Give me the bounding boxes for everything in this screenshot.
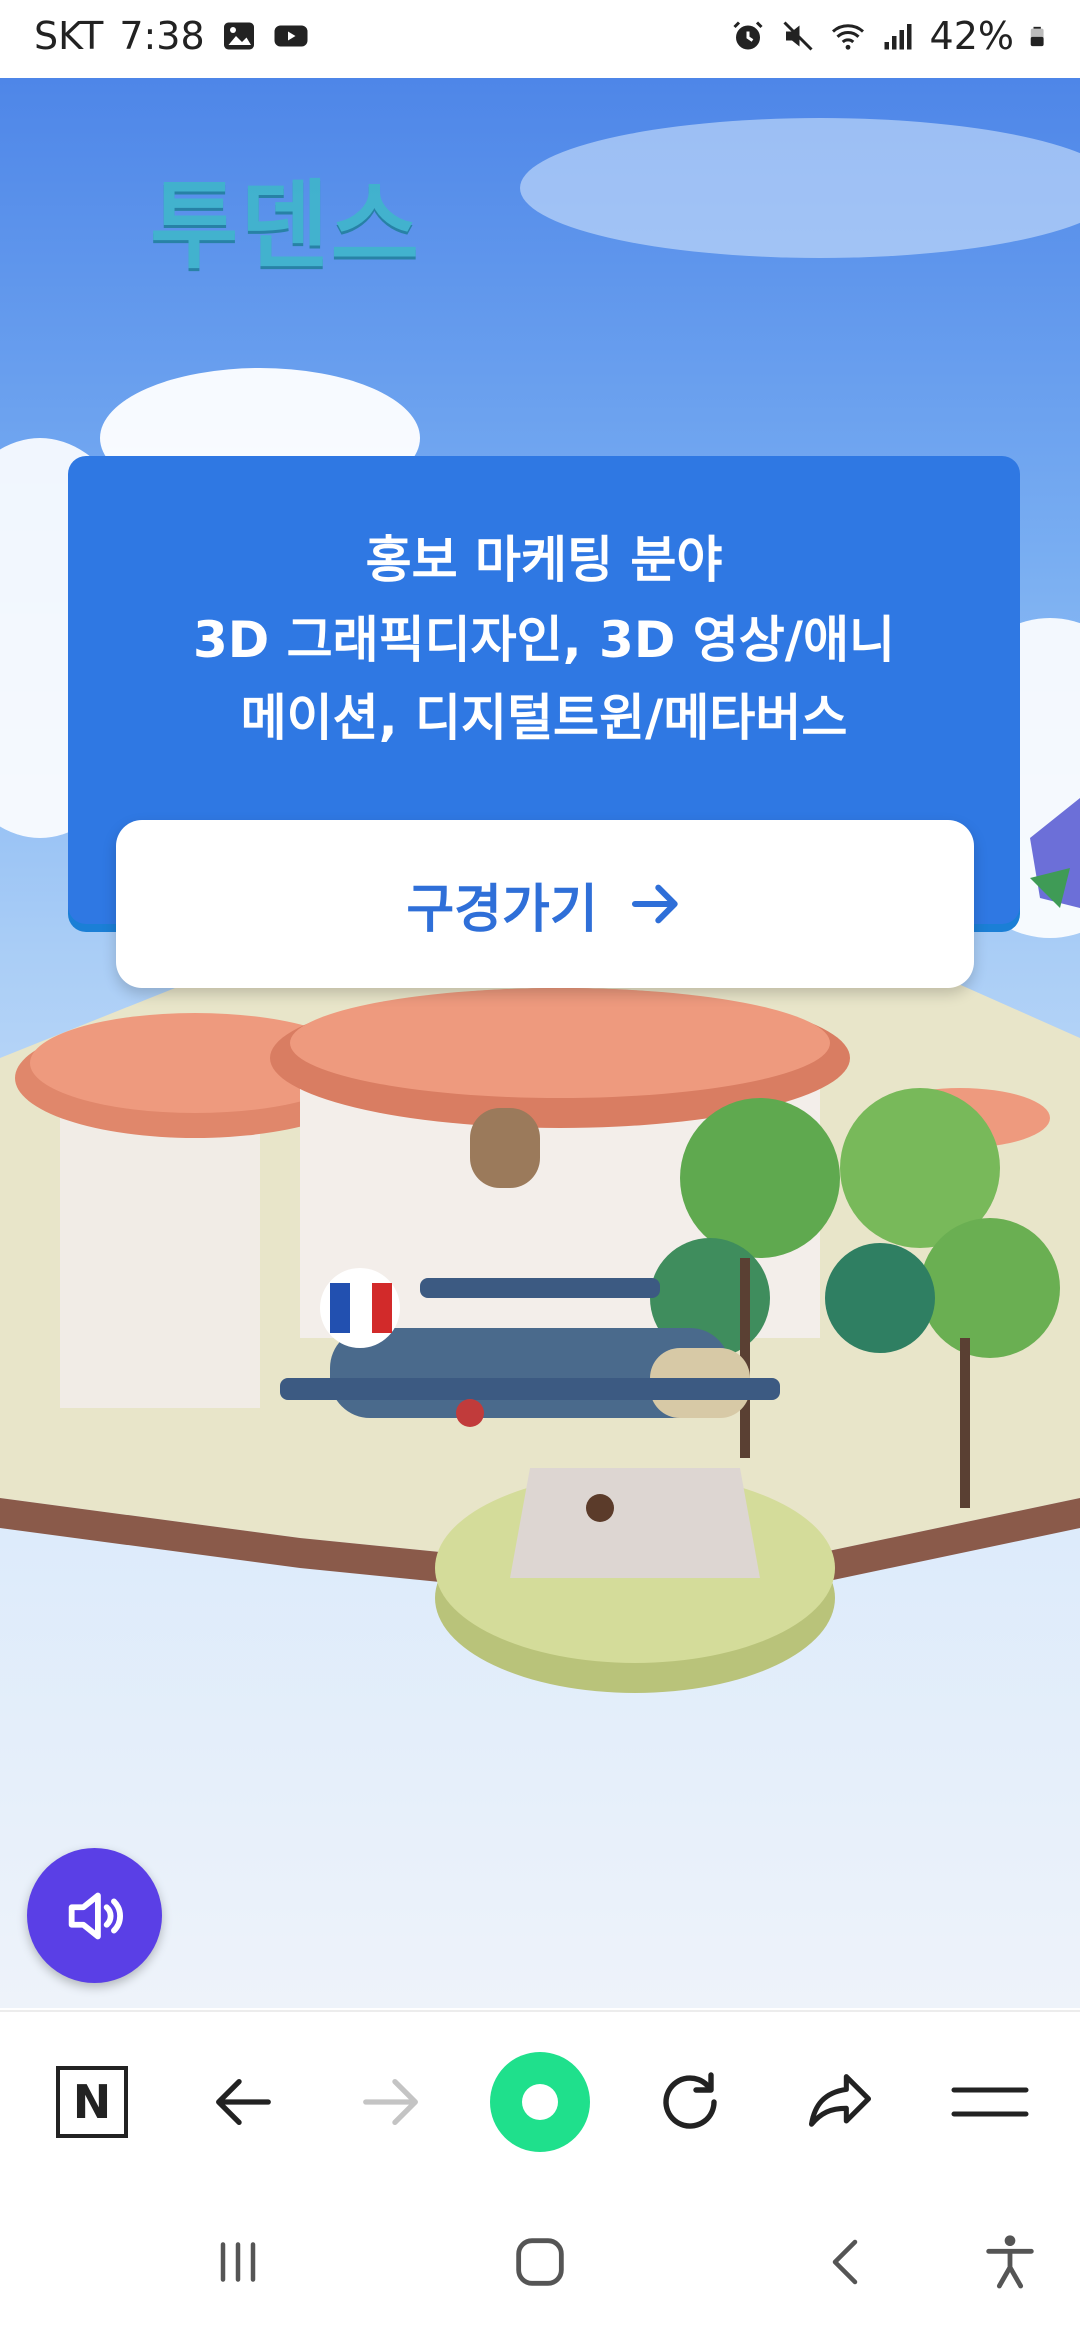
logo-title: 투덴스 (150, 170, 421, 282)
gallery-icon (223, 22, 254, 50)
promo-line-3: 메이션, 디지털트윈/메타버스 (240, 689, 848, 747)
promo-line-2: 3D 그래픽디자인, 3D 영상/애니 (192, 611, 896, 669)
home-button[interactable] (490, 2222, 590, 2302)
forward-button[interactable] (342, 2052, 442, 2152)
accessibility-button[interactable] (960, 2222, 1060, 2302)
home-icon (516, 2238, 564, 2286)
share-button[interactable] (790, 2052, 890, 2152)
alarm-icon (732, 21, 763, 50)
green-dot-button[interactable] (490, 2052, 590, 2152)
speaker-icon (68, 1892, 123, 1939)
back-button[interactable] (192, 2052, 292, 2152)
status-left: SKT 7:38 (34, 14, 309, 58)
back-arrow-icon (216, 2078, 271, 2126)
site-logo[interactable]: 투덴스 (150, 148, 430, 298)
carrier: SKT (34, 14, 104, 58)
reload-icon (663, 2072, 717, 2129)
system-nav-bar (0, 2182, 1080, 2340)
3d-island-scene (0, 118, 1080, 1693)
back-icon (832, 2239, 858, 2285)
battery-icon (1030, 26, 1044, 47)
share-icon (808, 2074, 872, 2127)
battery-percent: 42% (929, 14, 1014, 58)
mute-icon (782, 21, 813, 51)
wifi-icon (831, 24, 864, 50)
naver-n-icon: N (56, 2066, 128, 2138)
arrow-right-icon (631, 884, 678, 924)
promo-line-1: 홍보 마케팅 분야 (365, 531, 723, 589)
forward-arrow-icon (363, 2078, 418, 2126)
web-viewport[interactable]: 투덴스 홍보 마케팅 분야 3D 그래픽디자인, 3D 영상/애니 메이션, 디… (0, 78, 1080, 2008)
accessibility-icon (986, 2235, 1034, 2289)
youtube-icon (274, 25, 308, 47)
tour-button-label: 구경가기 (406, 879, 598, 940)
recent-apps-icon (220, 2242, 256, 2282)
menu-icon (951, 2087, 1029, 2117)
green-dot-home-icon (490, 2052, 590, 2152)
reload-button[interactable] (640, 2052, 740, 2152)
audio-toggle-button[interactable] (27, 1848, 162, 1983)
naver-home-button[interactable]: N (42, 2052, 142, 2152)
browser-toolbar: N (0, 2010, 1080, 2184)
tour-button[interactable]: 구경가기 (116, 820, 974, 988)
clock: 7:38 (119, 14, 205, 58)
status-bar: SKT 7:38 42% (0, 0, 1080, 78)
recent-apps-button[interactable] (188, 2222, 288, 2302)
naver-letter: N (72, 2075, 112, 2129)
signal-icon (884, 24, 912, 50)
system-back-button[interactable] (795, 2222, 895, 2302)
menu-button[interactable] (940, 2052, 1040, 2152)
status-right: 42% (730, 14, 1050, 58)
